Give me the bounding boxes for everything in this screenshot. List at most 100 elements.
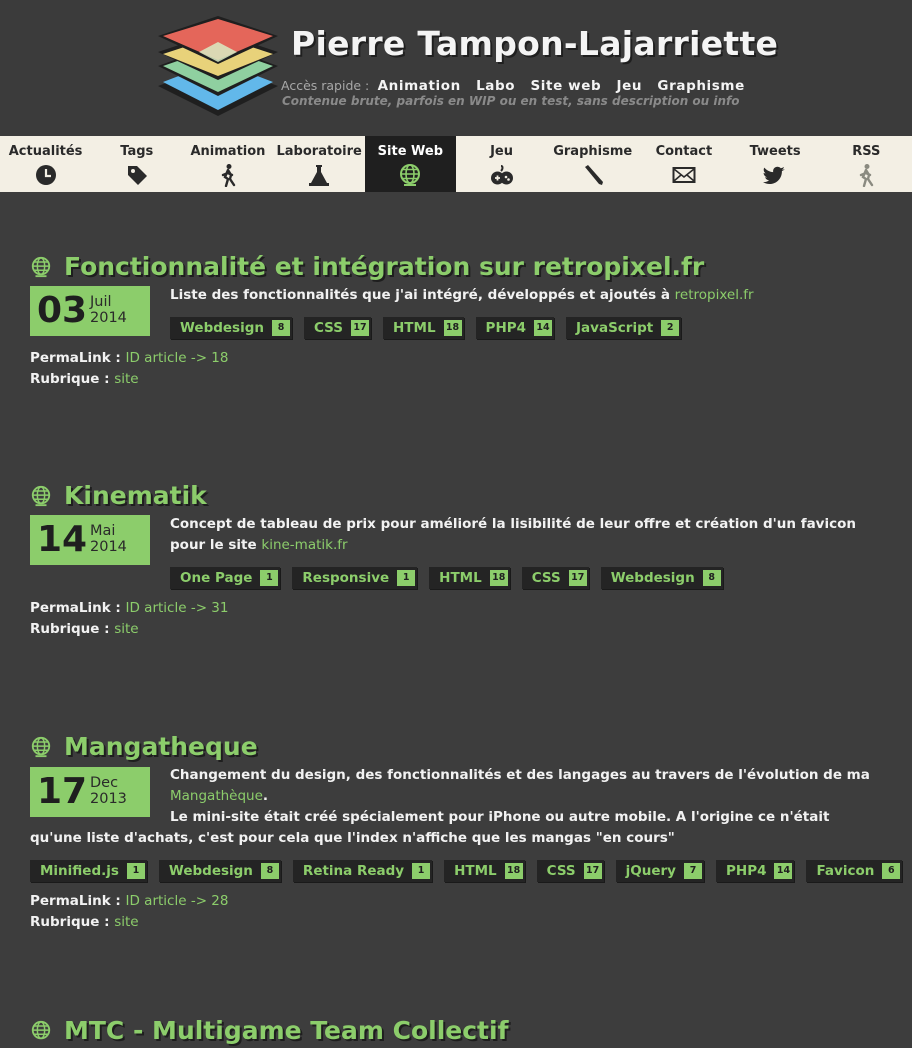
article-header: Kinematik: [30, 481, 880, 513]
tag-count: 14: [774, 863, 793, 879]
tag-chip[interactable]: Webdesign 8: [158, 860, 281, 882]
nav-item-tags[interactable]: Tags: [91, 136, 182, 192]
tag-chip[interactable]: One Page 1: [170, 567, 281, 589]
tag-name: HTML: [454, 863, 497, 879]
description-text: Changement du design, des fonctionnalité…: [170, 767, 870, 783]
tag-name: Webdesign: [610, 570, 695, 586]
rubrique-link[interactable]: site: [114, 371, 138, 387]
quick-link-site-web[interactable]: Site web: [530, 78, 601, 94]
quick-access-label: Accès rapide :: [281, 78, 370, 93]
description-link[interactable]: kine-matik.fr: [261, 537, 347, 553]
description-link[interactable]: Mangathèque: [170, 788, 263, 804]
rubrique-label: Rubrique :: [30, 371, 110, 387]
tag-name: CSS: [546, 863, 576, 879]
tag-icon: [127, 166, 147, 185]
quick-link-graphisme[interactable]: Graphisme: [657, 78, 744, 94]
article-header: Fonctionnalité et intégration sur retrop…: [30, 252, 880, 284]
tag-list: One Page 1 Responsive 1 HTML 18 CSS 17 Webde…: [170, 567, 735, 589]
tag-chip[interactable]: CSS 17: [304, 317, 371, 339]
tag-chip[interactable]: Favicon 6: [806, 860, 903, 882]
tag-name: HTML: [393, 320, 436, 336]
tag-count: 1: [412, 863, 431, 879]
quick-link-animation[interactable]: Animation: [378, 78, 461, 94]
tag-chip[interactable]: Webdesign 8: [600, 567, 723, 589]
permalink-label: PermaLink :: [30, 893, 121, 909]
nav-item-site-web[interactable]: Site Web: [364, 136, 456, 192]
tag-count: 18: [443, 320, 462, 336]
rubrique-link[interactable]: site: [114, 621, 138, 637]
nav-item-rss[interactable]: RSS: [821, 136, 912, 192]
article-card: Kinematik 14 Mai 2014 Concept de tableau…: [30, 481, 880, 637]
date-year: 2014: [90, 310, 127, 326]
nav-label: Laboratoire: [276, 144, 362, 159]
tag-chip[interactable]: Responsive 1: [292, 567, 418, 589]
tag-chip[interactable]: PHP4 14: [716, 860, 795, 882]
rubrique-label: Rubrique :: [30, 914, 110, 930]
tag-chip[interactable]: Retina Ready 1: [292, 860, 433, 882]
date-year: 2014: [90, 539, 127, 555]
tag-name: JavaScript: [576, 320, 654, 336]
quick-link-labo[interactable]: Labo: [476, 78, 515, 94]
rubrique-row: Rubrique : site: [30, 912, 139, 933]
tag-chip[interactable]: JavaScript 2: [566, 317, 682, 339]
tag-chip[interactable]: HTML 18: [444, 860, 525, 882]
site-title[interactable]: Pierre Tampon-Lajarriette: [291, 24, 778, 63]
tag-chip[interactable]: Webdesign 8: [170, 317, 292, 339]
nav-item-graphisme[interactable]: Graphisme: [547, 136, 638, 192]
envelope-icon: [672, 167, 696, 183]
article-title[interactable]: MTC - Multigame Team Collectif: [64, 1016, 508, 1045]
globe-icon: [31, 485, 51, 507]
quick-link-jeu[interactable]: Jeu: [617, 78, 643, 94]
tag-name: Favicon: [816, 863, 875, 879]
tag-name: CSS: [531, 570, 561, 586]
nav-item-animation[interactable]: Animation: [182, 136, 273, 192]
tag-chip[interactable]: HTML 18: [429, 567, 510, 589]
article-card: MTC - Multigame Team Collectif: [30, 1016, 880, 1048]
tag-chip[interactable]: HTML 18: [383, 317, 464, 339]
date-day: 14: [37, 519, 88, 560]
article-title[interactable]: Mangatheque: [64, 732, 258, 761]
layered-logo-icon[interactable]: [155, 14, 281, 118]
tag-name: PHP4: [485, 320, 527, 336]
permalink-link[interactable]: ID article -> 18: [126, 350, 229, 366]
article-title[interactable]: Kinematik: [64, 481, 207, 510]
main-nav: Actualités Tags Animation Laboratoire Si…: [0, 136, 912, 192]
date-badge: 14 Mai 2014: [30, 515, 150, 565]
nav-item-tweets[interactable]: Tweets: [730, 136, 821, 192]
date-day: 17: [37, 771, 88, 812]
description-end: .: [262, 788, 269, 804]
description-link[interactable]: retropixel.fr: [675, 287, 754, 303]
rubrique-link[interactable]: site: [114, 914, 138, 930]
tag-count: 1: [260, 570, 279, 586]
tag-count: 8: [272, 320, 290, 336]
tag-name: Minified.js: [40, 863, 119, 879]
nav-item-contact[interactable]: Contact: [638, 136, 729, 192]
tag-list: Webdesign 8 CSS 17 HTML 18 PHP4 14 JavaScrip…: [170, 317, 693, 339]
date-day: 03: [37, 290, 88, 331]
tag-chip[interactable]: PHP4 14: [475, 317, 555, 339]
tag-chip[interactable]: Minified.js 1: [30, 860, 147, 882]
rubrique-row: Rubrique : site: [30, 369, 139, 390]
nav-label: Tags: [120, 144, 154, 159]
article-title[interactable]: Fonctionnalité et intégration sur retrop…: [64, 252, 704, 281]
tag-chip[interactable]: jQuery 7: [615, 860, 704, 882]
date-badge: 03 Juil 2014: [30, 286, 150, 336]
tag-name: Webdesign: [168, 863, 253, 879]
article-header: MTC - Multigame Team Collectif: [30, 1016, 880, 1048]
tag-list: Minified.js 1 Webdesign 8 Retina Ready 1 HT…: [30, 860, 912, 882]
tag-chip[interactable]: CSS 17: [521, 567, 589, 589]
nav-item-actualites[interactable]: Actualités: [0, 136, 91, 192]
nav-item-jeu[interactable]: Jeu: [456, 136, 547, 192]
tag-chip[interactable]: CSS 17: [536, 860, 604, 882]
site-header: Pierre Tampon-Lajarriette Accès rapide :…: [0, 0, 912, 136]
permalink-label: PermaLink :: [30, 350, 121, 366]
globe-icon: [31, 736, 51, 758]
permalink-link[interactable]: ID article -> 28: [126, 893, 229, 909]
nav-label: RSS: [852, 144, 881, 159]
tag-count: 8: [260, 863, 279, 879]
permalink-link[interactable]: ID article -> 31: [126, 600, 229, 616]
tag-count: 7: [684, 863, 702, 879]
nav-item-laboratoire[interactable]: Laboratoire: [274, 136, 365, 192]
tag-count: 1: [126, 863, 145, 879]
nav-label: Graphisme: [553, 144, 633, 159]
